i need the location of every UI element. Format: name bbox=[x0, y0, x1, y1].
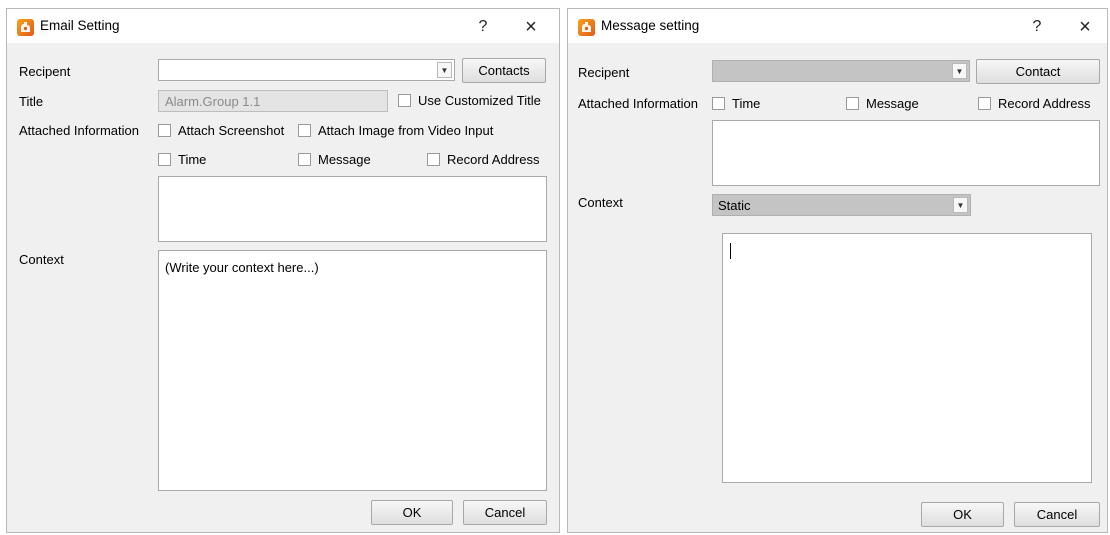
cancel-button[interactable]: Cancel bbox=[1014, 502, 1100, 527]
ok-button[interactable]: OK bbox=[371, 500, 453, 525]
context-textarea[interactable]: (Write your context here...) bbox=[158, 250, 547, 491]
checkbox-box[interactable] bbox=[427, 153, 440, 166]
checkbox-box[interactable] bbox=[846, 97, 859, 110]
app-logo-icon bbox=[578, 19, 595, 36]
attached-info-textarea[interactable] bbox=[158, 176, 547, 242]
message-label: Message bbox=[866, 96, 919, 111]
attach-image-video-checkbox[interactable]: Attach Image from Video Input bbox=[298, 123, 493, 138]
record-address-checkbox[interactable]: Record Address bbox=[978, 96, 1091, 111]
help-icon[interactable]: ? bbox=[467, 13, 499, 41]
title-label: Title bbox=[19, 94, 44, 109]
checkbox-box[interactable] bbox=[298, 124, 311, 137]
context-value: Static bbox=[718, 198, 751, 213]
message-checkbox[interactable]: Message bbox=[846, 96, 919, 111]
attached-info-textarea[interactable] bbox=[712, 120, 1100, 186]
checkbox-box[interactable] bbox=[158, 124, 171, 137]
email-dialog-title: Email Setting bbox=[40, 18, 120, 33]
chevron-down-icon[interactable]: ▼ bbox=[953, 197, 968, 213]
app-logo-icon bbox=[17, 19, 34, 36]
record-address-checkbox[interactable]: Record Address bbox=[427, 152, 540, 167]
checkbox-box[interactable] bbox=[298, 153, 311, 166]
checkbox-box[interactable] bbox=[712, 97, 725, 110]
ok-button[interactable]: OK bbox=[921, 502, 1004, 527]
help-icon[interactable]: ? bbox=[1021, 13, 1053, 41]
message-label: Message bbox=[318, 152, 371, 167]
chevron-down-icon[interactable]: ▼ bbox=[437, 62, 452, 78]
message-dialog-titlebar: Message setting ? × bbox=[568, 9, 1107, 43]
time-label: Time bbox=[732, 96, 761, 111]
title-field-value: Alarm.Group 1.1 bbox=[165, 94, 261, 109]
recipient-combo[interactable]: ▼ bbox=[158, 59, 455, 81]
record-address-label: Record Address bbox=[998, 96, 1091, 111]
recipient-label: Recipent bbox=[578, 65, 630, 80]
message-setting-dialog: Message setting ? × Recipent ▼ Contact A… bbox=[567, 8, 1108, 533]
message-checkbox[interactable]: Message bbox=[298, 152, 371, 167]
time-checkbox[interactable]: Time bbox=[158, 152, 206, 167]
checkbox-box[interactable] bbox=[978, 97, 991, 110]
attached-information-label: Attached Information bbox=[19, 123, 139, 138]
context-label: Context bbox=[578, 195, 623, 210]
context-textarea[interactable] bbox=[722, 233, 1092, 483]
context-combo[interactable]: Static ▼ bbox=[712, 194, 971, 216]
text-cursor bbox=[730, 243, 731, 259]
context-label: Context bbox=[19, 252, 64, 267]
cancel-button[interactable]: Cancel bbox=[463, 500, 547, 525]
close-icon[interactable]: × bbox=[1069, 13, 1101, 41]
time-label: Time bbox=[178, 152, 207, 167]
attach-screenshot-checkbox[interactable]: Attach Screenshot bbox=[158, 123, 284, 138]
use-customized-title-label: Use Customized Title bbox=[418, 93, 541, 108]
checkbox-box[interactable] bbox=[158, 153, 171, 166]
time-checkbox[interactable]: Time bbox=[712, 96, 760, 111]
record-address-label: Record Address bbox=[447, 152, 540, 167]
email-setting-dialog: Email Setting ? × Recipent ▼ Contacts Ti… bbox=[6, 8, 560, 533]
contacts-button[interactable]: Contacts bbox=[462, 58, 546, 83]
message-dialog-title: Message setting bbox=[601, 18, 700, 33]
attach-screenshot-label: Attach Screenshot bbox=[178, 123, 285, 138]
use-customized-title-checkbox[interactable]: Use Customized Title bbox=[398, 93, 541, 108]
contact-button[interactable]: Contact bbox=[976, 59, 1100, 84]
attach-image-video-label: Attach Image from Video Input bbox=[318, 123, 494, 138]
checkbox-box[interactable] bbox=[398, 94, 411, 107]
close-icon[interactable]: × bbox=[515, 13, 547, 41]
recipient-label: Recipent bbox=[19, 64, 71, 79]
context-placeholder: (Write your context here...) bbox=[165, 260, 319, 275]
title-field: Alarm.Group 1.1 bbox=[158, 90, 388, 112]
email-dialog-titlebar: Email Setting ? × bbox=[7, 9, 559, 43]
chevron-down-icon: ▼ bbox=[952, 63, 967, 79]
attached-information-label: Attached Information bbox=[578, 96, 698, 111]
recipient-combo: ▼ bbox=[712, 60, 970, 82]
